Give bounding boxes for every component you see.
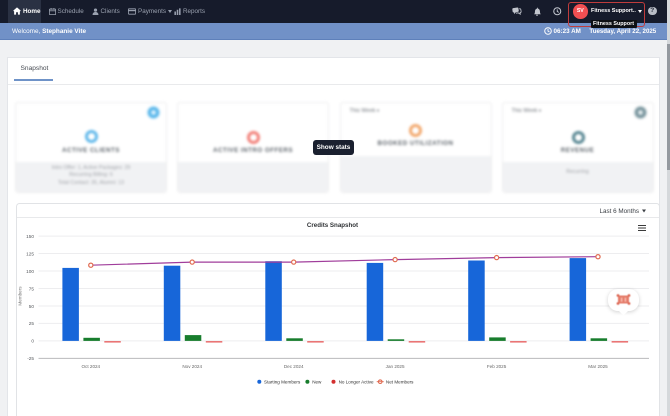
svg-text:Dec 2024: Dec 2024 (284, 364, 304, 369)
svg-text:Nov 2024: Nov 2024 (182, 364, 202, 369)
svg-text:Net Members: Net Members (386, 379, 414, 384)
svg-text:Feb 2025: Feb 2025 (487, 364, 507, 369)
svg-text:100: 100 (26, 269, 34, 274)
svg-text:Mar 2025: Mar 2025 (588, 364, 608, 369)
svg-text:Starting Members: Starting Members (264, 379, 301, 384)
svg-text:Jan 2025: Jan 2025 (386, 364, 405, 369)
svg-text:-25: -25 (27, 356, 34, 361)
svg-text:50: 50 (29, 304, 35, 309)
svg-text:Last 6 Months: Last 6 Months (599, 208, 639, 215)
svg-text:125: 125 (26, 251, 34, 256)
svg-text:Oct 2024: Oct 2024 (81, 364, 100, 369)
svg-text:Members: Members (18, 286, 23, 306)
svg-text:New: New (312, 379, 322, 384)
svg-text:150: 150 (26, 234, 34, 239)
svg-text:Credits Snapshot: Credits Snapshot (307, 222, 358, 229)
svg-text:0: 0 (31, 339, 34, 344)
svg-text:75: 75 (29, 286, 35, 291)
svg-text:25: 25 (29, 321, 35, 326)
svg-text:No Longer Active: No Longer Active (339, 379, 374, 384)
